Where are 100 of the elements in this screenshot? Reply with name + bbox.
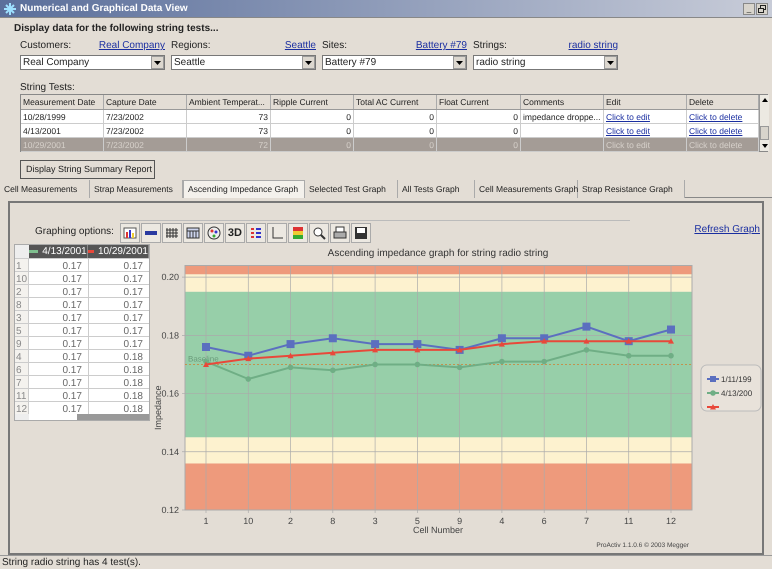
toolbar-button[interactable] (162, 223, 182, 243)
column-header[interactable]: Measurement Date (21, 95, 104, 109)
point (371, 340, 380, 348)
point (456, 364, 462, 370)
dropdown[interactable]: radio string (473, 55, 618, 70)
tab[interactable]: Cell Measurements Graph (475, 180, 578, 198)
grid-icon (164, 225, 180, 241)
tab[interactable]: Ascending Impedance Graph (183, 180, 305, 198)
legend-box (700, 364, 762, 412)
table-cell: 0 (354, 124, 437, 137)
table-cell: 0 (354, 110, 437, 123)
column-header[interactable]: Float Current (437, 95, 521, 109)
row-header: 7 (15, 376, 29, 388)
legend-marker-icon (707, 404, 719, 410)
filter-link[interactable]: Seattle (284, 38, 316, 52)
point (582, 322, 590, 331)
point (414, 362, 420, 368)
table-cell: 73 (187, 124, 271, 137)
summary-report-button[interactable]: Display String Summary Report (20, 160, 155, 179)
filter-label: Sites: (322, 39, 348, 52)
filter-link[interactable]: radio string (568, 38, 618, 52)
toolbar-button[interactable] (330, 223, 350, 243)
point (499, 358, 505, 364)
table-cell: 0.17 (88, 272, 149, 284)
point (668, 352, 674, 359)
point (372, 362, 378, 368)
point (413, 340, 422, 348)
dropdown[interactable]: Seattle (171, 55, 316, 70)
tab[interactable]: All Tests Graph (398, 180, 475, 198)
edit-link[interactable]: Click to edit (604, 110, 687, 123)
horizontal-scrollbar[interactable] (29, 414, 149, 420)
tab[interactable]: Selected Test Graph (305, 180, 398, 198)
filter-label: Regions: (171, 39, 210, 52)
x-tick-label: 12 (666, 516, 676, 526)
table-cell: 0 (271, 110, 354, 123)
scrollbar[interactable] (759, 95, 769, 151)
column-header[interactable]: Capture Date (104, 95, 187, 109)
toolbar-button[interactable] (350, 223, 371, 243)
point (668, 338, 674, 344)
restore-button[interactable] (756, 2, 768, 14)
edit-link[interactable]: Click to edit (604, 124, 687, 137)
row-header: 9 (15, 337, 29, 349)
table-cell: 0.17 (28, 363, 89, 375)
table-cell: 0.17 (28, 402, 89, 414)
app-icon (4, 2, 16, 14)
toolbar-button[interactable]: 3D (224, 223, 245, 243)
point (245, 356, 252, 362)
y-axis-title: Impedance (153, 385, 163, 430)
toolbar-button[interactable] (204, 223, 224, 243)
x-tick-label: 9 (457, 516, 462, 526)
x-tick-label: 3 (372, 516, 378, 526)
toolbar-button[interactable] (140, 223, 161, 243)
dropdown[interactable]: Battery #79 (322, 55, 467, 70)
row-header: 8 (15, 298, 29, 310)
x-tick-label: 7 (584, 516, 589, 526)
x-tick-label: 6 (542, 516, 547, 526)
column-header[interactable]: Total AC Current (354, 95, 437, 109)
toolbar-button[interactable] (182, 223, 203, 243)
column-label: 10/29/2001 (98, 245, 148, 259)
dropdown-arrow-icon (607, 60, 614, 64)
table-label: String Tests: (19, 81, 76, 93)
x-tick-label: 1 (204, 516, 208, 526)
point (288, 352, 294, 358)
toolbar-button[interactable] (308, 223, 329, 243)
point (330, 350, 336, 356)
filter-link[interactable]: Battery #79 (416, 38, 467, 52)
point (583, 338, 590, 344)
chart-title: Ascending impedance graph for string radio string (328, 248, 548, 259)
table-row[interactable]: 10/28/1999 7/23/2002 73 0 0 0 impedance droppe... Click to edit Click to delete (21, 110, 759, 124)
column-header[interactable]: Ambient Temperat... (187, 95, 271, 109)
table-cell: impedance droppe... (521, 110, 604, 123)
table-icon (184, 225, 201, 241)
table-cell: 0.17 (28, 298, 89, 310)
filter-link[interactable]: Real Company (98, 38, 165, 52)
minimize-button[interactable]: _ (743, 2, 755, 14)
column-label: 4/13/2001 (42, 245, 87, 259)
toolbar-button[interactable] (266, 223, 287, 243)
x-axis-title: Cell Number (413, 525, 463, 535)
column-header[interactable]: 10/29/2001 (88, 245, 149, 258)
table-cell: 0.17 (88, 337, 149, 349)
toolbar-button[interactable] (120, 223, 140, 243)
table-cell: 0.18 (88, 389, 149, 401)
table-cell: 0.17 (28, 350, 89, 362)
column-header[interactable]: Comments (521, 95, 604, 109)
tab[interactable]: Cell Measurements (0, 180, 90, 198)
legend-marker-icon (707, 376, 719, 382)
column-header[interactable]: Ripple Current (271, 95, 354, 109)
tab[interactable]: Strap Resistance Graph (578, 180, 685, 198)
x-tick-label: 8 (330, 516, 336, 526)
table-cell: 4/13/2001 (21, 124, 104, 137)
column-header[interactable]: 4/13/2001 (29, 245, 88, 258)
tab[interactable]: Strap Measurements (90, 180, 183, 198)
column-header[interactable]: Edit (604, 95, 687, 109)
point (414, 346, 420, 352)
point (498, 341, 505, 347)
table-cell: 7/23/2002 (104, 110, 187, 123)
toolbar-button[interactable] (246, 223, 266, 243)
refresh-graph-link[interactable]: Refresh Graph (694, 222, 760, 237)
dropdown[interactable]: Real Company (20, 55, 165, 70)
table-cell: 0.17 (28, 389, 89, 401)
